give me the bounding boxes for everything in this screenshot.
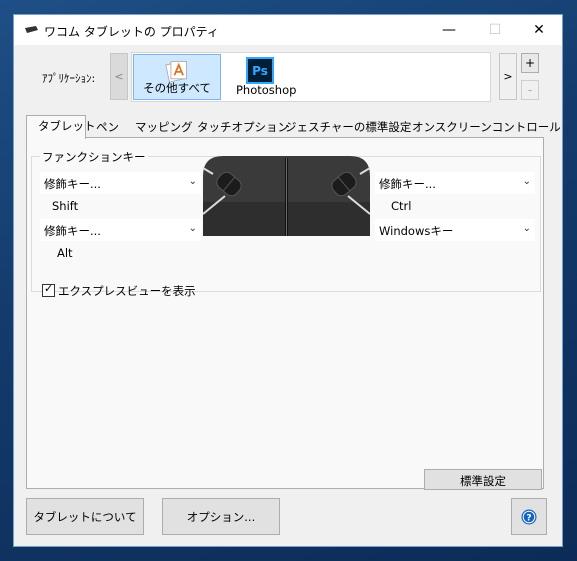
title-bar[interactable]: ワコム タブレットの プロパティ — ☐ ✕ <box>14 15 562 45</box>
close-button[interactable]: ✕ <box>516 15 562 45</box>
left-top-key-dropdown-value: 修飾キー... <box>44 177 101 191</box>
chevron-down-icon: ⌄ <box>188 223 197 234</box>
app-tile-photoshop[interactable]: Ps Photoshop <box>224 54 314 100</box>
app-scroll-right-button[interactable]: > <box>499 53 517 100</box>
tab-gesture-defaults[interactable]: ジェスチャーの標準設定 <box>285 117 411 137</box>
tab-pen[interactable]: ペン <box>96 117 119 137</box>
remove-application-button[interactable]: - <box>521 80 539 100</box>
right-top-key-value: Ctrl <box>391 199 412 213</box>
default-settings-button[interactable]: 標準設定 <box>424 469 542 490</box>
properties-window: ワコム タブレットの プロパティ — ☐ ✕ ｱﾌﾟﾘｹｰｼｮﾝ: < その他す… <box>13 14 563 547</box>
application-list: その他すべて Ps Photoshop <box>131 52 491 102</box>
app-scroll-left-button[interactable]: < <box>110 53 128 100</box>
app-tile-all-others[interactable]: その他すべて <box>133 54 221 100</box>
help-button[interactable]: ? <box>511 498 547 535</box>
chevron-down-icon: ⌄ <box>522 176 531 187</box>
chevron-down-icon: ⌄ <box>188 176 197 187</box>
right-top-key-dropdown-value: 修飾キー... <box>379 177 436 191</box>
left-bottom-key-dropdown-value: 修飾キー... <box>44 224 101 238</box>
express-view-option[interactable]: ✓ エクスプレスビューを表示 <box>42 282 196 299</box>
photoshop-icon: Ps <box>246 57 274 84</box>
express-view-label: エクスプレスビューを表示 <box>58 284 196 298</box>
tab-bar: タブレット ペン マッピング タッチオプション ジェスチャーの標準設定 オンスク… <box>26 115 561 139</box>
options-button[interactable]: オプション... <box>162 498 280 535</box>
about-tablet-button[interactable]: タブレットについて <box>26 498 144 535</box>
tab-touch-options[interactable]: タッチオプション <box>197 117 289 137</box>
right-bottom-key-dropdown-value: Windowsキー <box>379 224 454 238</box>
tablet-illustration <box>203 156 370 236</box>
left-top-key-value: Shift <box>52 199 79 213</box>
wacom-tablet-icon <box>25 26 38 33</box>
left-bottom-key-dropdown[interactable]: 修飾キー... ⌄ <box>40 219 201 241</box>
tablet-tab-panel: ファンクションキー 修飾キー... ⌄ Shift 修飾キー... ⌄ Alt <box>26 137 544 490</box>
chevron-down-icon: ⌄ <box>522 223 531 234</box>
window-title: ワコム タブレットの プロパティ <box>44 25 219 39</box>
right-bottom-key-dropdown[interactable]: Windowsキー ⌄ <box>375 219 535 241</box>
app-tile-all-others-label: その他すべて <box>143 81 211 95</box>
add-application-button[interactable]: + <box>521 53 539 73</box>
checkmark-icon: ✓ <box>44 282 54 295</box>
tab-tablet[interactable]: タブレット <box>26 115 96 139</box>
app-tile-photoshop-label: Photoshop <box>236 83 297 97</box>
minimize-button[interactable]: — <box>426 15 472 45</box>
help-glyph: ? <box>526 513 531 523</box>
maximize-button[interactable]: ☐ <box>472 15 518 45</box>
express-view-checkbox[interactable]: ✓ <box>42 282 55 297</box>
application-label: ｱﾌﾟﾘｹｰｼｮﾝ: <box>42 72 96 85</box>
function-keys-title: ファンクションキー <box>40 149 148 165</box>
left-bottom-key-value: Alt <box>57 246 73 260</box>
left-top-key-dropdown[interactable]: 修飾キー... ⌄ <box>40 172 201 194</box>
tab-mapping[interactable]: マッピング <box>135 117 193 137</box>
tab-onscreen-controls[interactable]: オンスクリーンコントロール <box>412 117 561 137</box>
help-icon: ? <box>521 509 537 524</box>
right-top-key-dropdown[interactable]: 修飾キー... ⌄ <box>375 172 535 194</box>
